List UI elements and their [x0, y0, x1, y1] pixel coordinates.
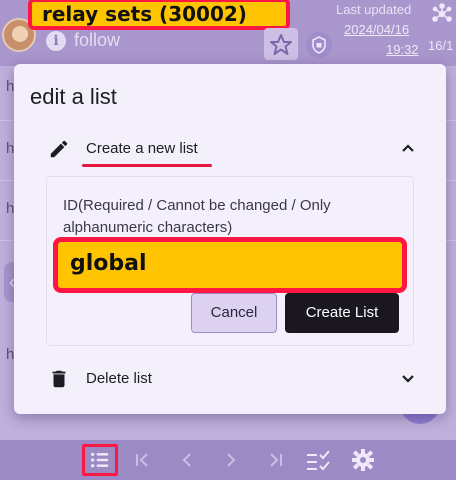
checklist-icon[interactable]: [304, 446, 334, 474]
last-page-icon[interactable]: [260, 446, 290, 474]
follow-button[interactable]: i follow: [46, 30, 120, 51]
create-list-panel: ID(Required / Cannot be changed / Only a…: [46, 176, 414, 346]
trash-icon: [52, 370, 66, 388]
star-button[interactable]: [264, 28, 298, 60]
create-list-button[interactable]: Create List: [285, 293, 399, 333]
pencil-icon: [50, 140, 68, 158]
follow-label: follow: [74, 30, 121, 50]
relay-sets-label: relay sets (30002): [28, 0, 290, 30]
first-page-icon[interactable]: [128, 446, 158, 474]
chevron-up-icon[interactable]: [398, 138, 418, 158]
last-updated-time[interactable]: 19:32: [386, 42, 419, 57]
star-icon: [270, 34, 292, 55]
last-updated-label: Last updated: [336, 2, 412, 17]
id-input[interactable]: global: [53, 237, 407, 293]
info-icon: i: [46, 30, 66, 51]
id-field-label: ID(Required / Cannot be changed / Only a…: [63, 197, 331, 236]
dialog-title: edit a list: [30, 84, 117, 109]
bottom-toolbar: [0, 440, 456, 480]
edit-list-dialog: edit a list Create a new list ID(Require…: [14, 64, 446, 414]
create-list-accordion-header[interactable]: Create a new list: [30, 126, 434, 172]
list-icon[interactable]: [82, 444, 118, 476]
network-icon[interactable]: [430, 2, 454, 26]
side-count: 16/1: [428, 38, 454, 53]
cancel-button[interactable]: Cancel: [191, 293, 277, 333]
gear-icon[interactable]: [348, 446, 378, 474]
create-list-label: Create a new list: [86, 140, 198, 157]
highlight-underline: [82, 164, 212, 167]
next-page-icon[interactable]: [216, 446, 246, 474]
shield-icon: [312, 36, 326, 54]
prev-page-icon[interactable]: [172, 446, 202, 474]
chevron-down-icon[interactable]: [398, 368, 418, 388]
last-updated-date[interactable]: 2024/04/16: [344, 22, 409, 37]
delete-list-accordion-header[interactable]: Delete list: [30, 360, 434, 400]
delete-list-label: Delete list: [86, 370, 152, 387]
shield-button[interactable]: [306, 32, 332, 58]
